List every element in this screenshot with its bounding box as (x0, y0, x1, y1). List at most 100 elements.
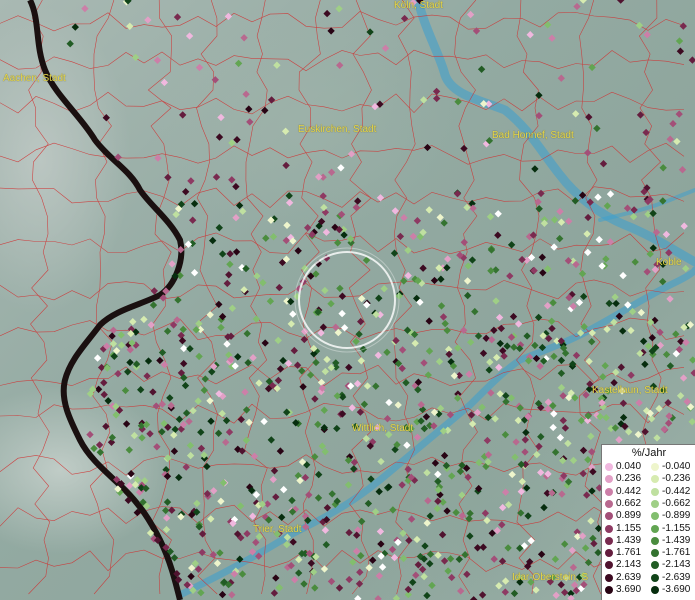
data-point (275, 283, 283, 292)
data-point (425, 347, 434, 355)
district-border (0, 11, 685, 32)
data-point (314, 494, 323, 502)
legend-row: 2.639 (604, 572, 650, 584)
data-point (262, 234, 270, 242)
data-point (186, 345, 194, 353)
data-point (423, 591, 431, 600)
data-point (493, 353, 501, 362)
district-border (89, 0, 115, 595)
data-point (356, 568, 364, 576)
data-point (682, 338, 690, 347)
data-point (420, 96, 428, 104)
data-point (435, 357, 444, 366)
data-point (468, 420, 477, 428)
data-point (357, 317, 365, 326)
data-point (534, 198, 542, 206)
legend-value: -0.899 (662, 510, 691, 522)
data-point (189, 407, 197, 415)
data-point (223, 279, 231, 288)
data-point (404, 271, 412, 280)
data-point (190, 269, 199, 277)
data-point (336, 284, 344, 293)
data-point (615, 436, 623, 444)
data-point (337, 164, 345, 172)
data-point (290, 346, 298, 355)
data-point (495, 363, 503, 372)
data-point (306, 371, 315, 379)
data-point (338, 292, 347, 300)
data-point (180, 344, 188, 353)
data-point (375, 572, 383, 580)
data-point (456, 467, 465, 476)
data-point (478, 591, 487, 599)
data-point (606, 190, 615, 198)
legend-value: -1.761 (662, 547, 691, 559)
data-point (117, 341, 126, 349)
data-point (662, 230, 671, 239)
data-point (217, 323, 225, 332)
data-point (527, 537, 535, 545)
data-point (186, 441, 195, 450)
data-point (689, 356, 695, 364)
data-point (404, 246, 412, 254)
data-point (482, 334, 490, 342)
data-point (436, 213, 444, 222)
data-point (678, 166, 687, 174)
data-point (266, 297, 275, 305)
data-point (438, 531, 447, 539)
data-point (323, 9, 331, 18)
legend-value: 1.761 (616, 547, 642, 559)
data-point (117, 331, 125, 339)
data-point (336, 61, 344, 69)
data-point (349, 558, 357, 566)
data-point (252, 538, 260, 547)
data-point (501, 488, 510, 496)
data-point (333, 424, 341, 433)
data-point (434, 497, 442, 505)
data-point (655, 404, 663, 413)
data-point (584, 213, 592, 222)
data-point (340, 324, 349, 332)
data-point (494, 231, 502, 239)
legend-swatch (651, 475, 659, 484)
place-label-kastellaun: Kastellaun, Stadt (592, 385, 668, 396)
legend-swatch (651, 524, 659, 533)
data-point (249, 354, 257, 362)
data-point (444, 255, 452, 263)
data-point (398, 346, 407, 354)
data-point (348, 404, 356, 412)
legend-swatch (651, 499, 659, 508)
data-point (579, 446, 588, 455)
data-point (583, 230, 591, 238)
data-point (564, 439, 572, 448)
legend-row: -3.690 (650, 584, 695, 596)
legend-value: -0.662 (662, 497, 691, 509)
data-point (295, 555, 303, 564)
legend-swatch (651, 586, 659, 594)
data-point (125, 446, 133, 454)
data-point (660, 425, 668, 433)
data-point (532, 586, 540, 594)
data-point (201, 375, 209, 383)
data-point (234, 59, 243, 68)
data-point (487, 267, 495, 275)
data-point (126, 22, 134, 30)
data-point (551, 555, 560, 563)
data-point (507, 241, 516, 249)
data-point (572, 351, 581, 360)
data-point (170, 447, 179, 455)
legend-swatch (651, 487, 659, 496)
data-point (587, 432, 595, 440)
legend-swatch (651, 536, 659, 545)
legend-swatch (605, 463, 613, 471)
data-point (559, 416, 567, 425)
data-point (441, 319, 449, 328)
legend-value: -0.040 (662, 461, 691, 472)
data-point (400, 14, 409, 23)
place-label-wittlich: Wittlich, Stadt (352, 423, 414, 434)
data-point (599, 160, 608, 168)
data-point (245, 105, 253, 113)
data-point (688, 56, 695, 64)
map-view[interactable]: Köln, Stadt Aachen, Stadt Euskirchen, St… (0, 0, 695, 600)
data-point (440, 451, 449, 460)
